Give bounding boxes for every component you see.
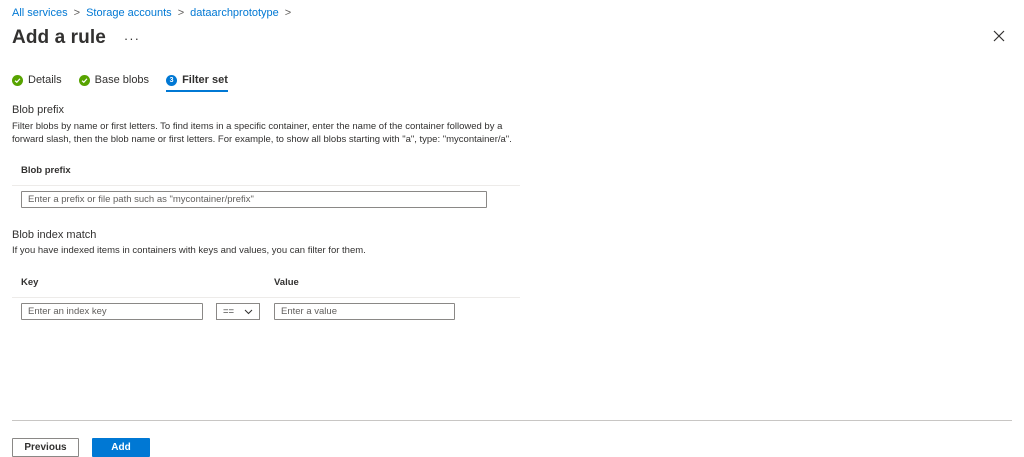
page-title: Add a rule (12, 27, 106, 48)
breadcrumb-separator: > (73, 7, 81, 19)
tab-label: Filter set (182, 74, 228, 86)
breadcrumb-separator: > (177, 7, 185, 19)
checkmark-icon (78, 74, 90, 86)
tab-label: Base blobs (94, 74, 150, 86)
add-button[interactable]: Add (92, 438, 150, 457)
index-value-input[interactable] (274, 303, 455, 320)
value-column-header: Value (274, 277, 299, 288)
wizard-tabs: Details Base blobs 3 Filter set (12, 72, 245, 92)
tab-label: Details (28, 74, 62, 86)
blob-prefix-column-header: Blob prefix (21, 165, 71, 176)
tab-details[interactable]: Details (12, 72, 62, 88)
previous-button[interactable]: Previous (12, 438, 79, 457)
breadcrumb-storage-accounts[interactable]: Storage accounts (86, 7, 172, 19)
breadcrumb-dataarchprototype[interactable]: dataarchprototype (190, 7, 279, 19)
breadcrumb-all-services[interactable]: All services (12, 7, 68, 19)
title-row: Add a rule ··· (12, 27, 140, 49)
blob-prefix-input[interactable] (21, 191, 487, 208)
more-options-icon[interactable]: ··· (124, 32, 140, 45)
blob-prefix-description: Filter blobs by name or first letters. T… (12, 121, 512, 145)
tab-filter-set[interactable]: 3 Filter set (166, 72, 228, 92)
blob-prefix-section-label: Blob prefix (12, 104, 64, 116)
operator-dropdown[interactable]: == (216, 303, 260, 320)
breadcrumb-separator: > (284, 7, 292, 19)
close-icon[interactable] (992, 29, 1006, 43)
index-key-input[interactable] (21, 303, 203, 320)
blob-index-section-label: Blob index match (12, 229, 97, 241)
checkmark-icon (12, 74, 23, 86)
key-column-header: Key (21, 277, 39, 288)
breadcrumb: All services > Storage accounts > dataar… (12, 7, 297, 19)
chevron-down-icon (244, 309, 253, 314)
divider (12, 185, 520, 186)
operator-value: == (223, 306, 235, 317)
tab-base-blobs[interactable]: Base blobs (78, 72, 150, 88)
blob-index-description: If you have indexed items in containers … (12, 245, 366, 256)
footer-divider (12, 420, 1012, 421)
divider (12, 297, 520, 298)
step-number-badge: 3 (166, 74, 178, 86)
